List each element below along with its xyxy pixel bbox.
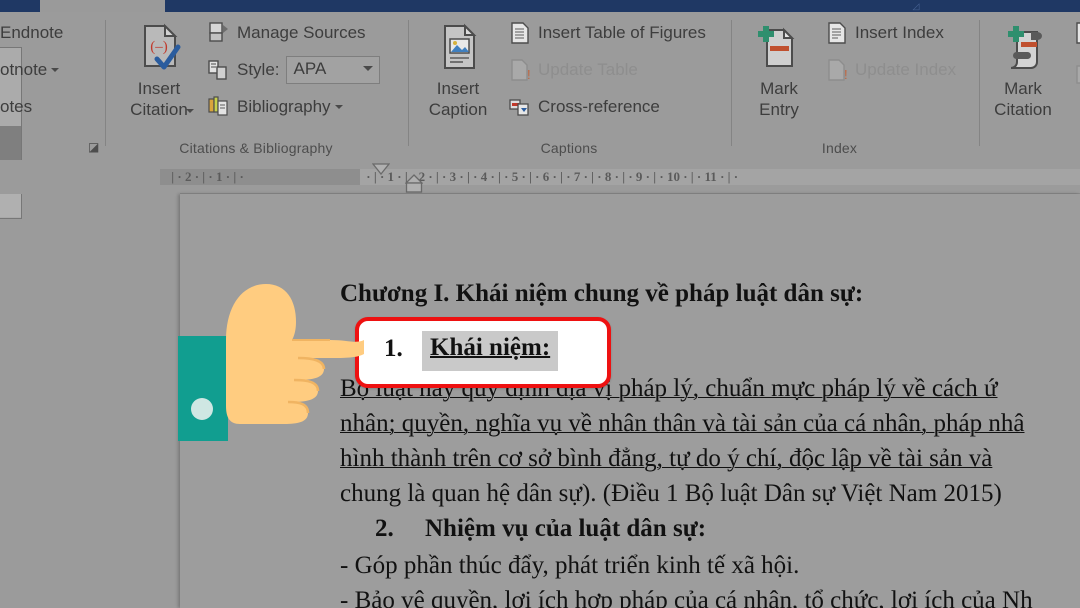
update-table-icon: ! — [507, 57, 533, 83]
document-section2-number: 2. — [375, 514, 394, 544]
endnote-label: Endnote — [0, 23, 63, 43]
style-label: Style: — [237, 60, 280, 80]
bibliography-label: Bibliography — [237, 97, 331, 117]
update-table-label: Update Table — [538, 60, 638, 80]
mark-entry-label: Mark Entry — [736, 78, 822, 120]
chevron-down-icon[interactable] — [335, 105, 343, 109]
cross-reference-command[interactable]: Cross-reference — [507, 92, 660, 122]
mark-citation-icon — [980, 22, 1066, 78]
callout-number: 1. — [384, 335, 403, 363]
insert-index-label: Insert Index — [855, 23, 944, 43]
cross-reference-icon — [507, 94, 533, 120]
insert-caption-icon — [415, 22, 501, 78]
insert-table-of-figures-command[interactable]: Insert Table of Figures — [507, 18, 706, 48]
svg-text:!: ! — [844, 67, 848, 82]
insert-table-of-authorities-command[interactable] — [1072, 18, 1080, 48]
endnote-command[interactable]: Endnote — [0, 18, 63, 48]
document-heading: Chương I. Khái niệm chung về pháp luật d… — [340, 279, 863, 309]
style-icon — [206, 57, 232, 83]
insert-caption-button[interactable]: Insert Caption — [415, 22, 501, 120]
chevron-down-icon[interactable] — [51, 68, 59, 72]
citations-bibliography-group-label: Citations & Bibliography — [106, 140, 406, 156]
ribbon-tab-strip[interactable]: ◿ — [0, 0, 1080, 12]
manage-sources-command[interactable]: Manage Sources — [206, 18, 366, 48]
first-line-indent-marker[interactable] — [372, 162, 390, 180]
captions-group-label: Captions — [409, 140, 729, 156]
update-index-label: Update Index — [855, 60, 956, 80]
ruler-tick-1-left: 1 — [216, 169, 223, 184]
index-group-label: Index — [732, 140, 947, 156]
style-command[interactable]: Style: APA — [206, 55, 380, 85]
ribbon-group-table-of-authorities: Mark Citation — [980, 12, 1080, 160]
ribbon-group-footnotes: Endnote otnote otes ◪ — [0, 12, 105, 160]
mark-citation-button[interactable]: Mark Citation — [980, 22, 1066, 120]
footnote-label: otnote — [0, 60, 47, 80]
document-body-line-2: nhân; quyền, nghĩa vụ về nhân thân và tà… — [340, 409, 1025, 439]
annotation-callout-box: 1. Khái niệm: — [355, 317, 611, 388]
ruler-tick-2-left: 2 — [185, 169, 192, 184]
insert-caption-label: Insert Caption — [415, 78, 501, 120]
hand-icon — [178, 278, 368, 453]
shownotes-label: otes — [0, 97, 32, 117]
ribbon-group-index: Mark Entry Insert Index ! — [732, 12, 982, 160]
manage-sources-icon — [206, 20, 232, 46]
pointing-hand-cursor — [178, 278, 368, 453]
mark-citation-label: Mark Citation — [980, 78, 1066, 120]
update-table-of-authorities-icon — [1072, 62, 1080, 88]
document-body-line-4: chung là quan hệ dân sự). (Điều 1 Bộ luậ… — [340, 479, 1002, 509]
footnote-command[interactable]: otnote — [0, 55, 59, 85]
ribbon-group-citations-bibliography: (–) Insert Citation Manage Sources — [106, 12, 406, 160]
mark-entry-button[interactable]: Mark Entry — [736, 22, 822, 120]
style-combobox-value: APA — [294, 59, 327, 79]
chevron-down-icon[interactable] — [363, 66, 373, 71]
insert-table-of-figures-label: Insert Table of Figures — [538, 23, 706, 43]
document-bullet-2: - Bảo vệ quyền, lợi ích hợp pháp của cá … — [340, 586, 1033, 608]
shownotes-command[interactable]: otes — [0, 92, 32, 122]
manage-sources-label: Manage Sources — [237, 23, 366, 43]
mark-entry-icon — [736, 22, 822, 78]
insert-citation-icon: (–) — [116, 22, 202, 78]
update-table-command: ! Update Table — [507, 55, 638, 85]
update-index-icon: ! — [824, 57, 850, 83]
horizontal-ruler[interactable]: | · 2 · | · 1 · | · · | · 1 · | · 2 · | … — [0, 160, 1080, 194]
active-ribbon-tab[interactable] — [40, 0, 165, 12]
ribbon-group-captions: Insert Caption Insert Table of Figures ! — [409, 12, 729, 160]
insert-table-of-figures-icon — [507, 20, 533, 46]
footnotes-dialog-launcher[interactable]: ◪ — [88, 141, 101, 154]
document-section2-title: Nhiệm vụ của luật dân sự: — [425, 514, 706, 544]
insert-citation-label: Insert Citation — [116, 78, 202, 120]
ribbon-collapse-icon[interactable]: ◿ — [905, 0, 927, 12]
insert-index-icon — [824, 20, 850, 46]
bibliography-command[interactable]: Bibliography — [206, 92, 343, 122]
chevron-down-icon[interactable] — [186, 109, 194, 113]
document-body-line-3: hình thành trên cơ sở bình đẳng, tự do ý… — [340, 444, 992, 474]
insert-citation-button[interactable]: (–) Insert Citation — [116, 22, 202, 120]
bibliography-icon — [206, 94, 232, 120]
svg-text:(–): (–) — [150, 39, 168, 55]
update-index-command: ! Update Index — [824, 55, 956, 85]
cross-reference-label: Cross-reference — [538, 97, 660, 117]
insert-table-of-authorities-icon — [1072, 20, 1080, 46]
ruler-left-margin-ticks: | · 2 · | · 1 · | · — [168, 168, 247, 186]
update-table-of-authorities-command — [1072, 60, 1080, 90]
callout-selected-text[interactable]: Khái niệm: — [422, 331, 558, 371]
document-bullet-1: - Góp phần thúc đẩy, phát triển kinh tế … — [340, 551, 799, 581]
svg-text:!: ! — [527, 67, 531, 82]
ribbon: Endnote otnote otes ◪ (–) Insert Citatio… — [0, 12, 1080, 161]
style-combobox[interactable]: APA — [286, 56, 380, 84]
insert-index-command[interactable]: Insert Index — [824, 18, 944, 48]
